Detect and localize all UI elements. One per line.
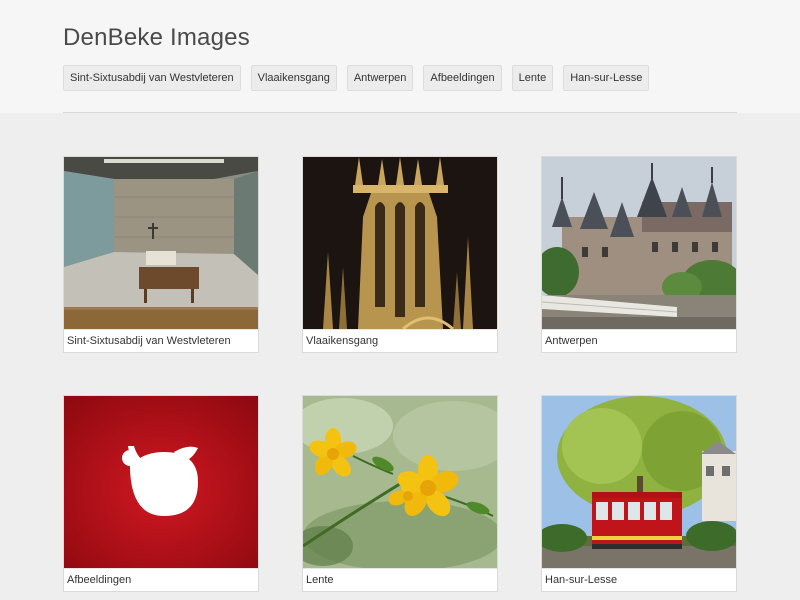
tag-afbeeldingen[interactable]: Afbeeldingen bbox=[423, 65, 502, 91]
album-caption[interactable]: Vlaaikensgang bbox=[303, 329, 497, 352]
header bbox=[0, 0, 800, 113]
tag-lente[interactable]: Lente bbox=[511, 65, 554, 91]
tag-sint-sixtusabdij[interactable]: Sint-Sixtusabdij van Westvleteren bbox=[63, 65, 241, 91]
tag-bar: Sint-Sixtusabdij van Westvleteren Vlaaik… bbox=[63, 65, 650, 91]
header-divider bbox=[63, 112, 737, 113]
album-card-vlaaikensgang[interactable]: Vlaaikensgang bbox=[302, 156, 498, 353]
album-caption[interactable]: Antwerpen bbox=[542, 329, 736, 352]
album-thumbnail[interactable] bbox=[542, 396, 736, 568]
album-card-sint-sixtusabdij[interactable]: Sint-Sixtusabdij van Westvleteren bbox=[63, 156, 259, 353]
album-thumbnail[interactable] bbox=[542, 157, 736, 329]
tag-antwerpen[interactable]: Antwerpen bbox=[346, 65, 414, 91]
album-caption[interactable]: Han-sur-Lesse bbox=[542, 568, 736, 591]
freebsd-daemon-logo bbox=[64, 396, 258, 568]
site-title[interactable]: DenBeke Images bbox=[63, 24, 250, 52]
album-caption[interactable]: Lente bbox=[303, 568, 497, 591]
castle-photo bbox=[542, 157, 736, 329]
yellow-flowers-photo bbox=[303, 396, 497, 568]
tag-vlaaikensgang[interactable]: Vlaaikensgang bbox=[250, 65, 337, 91]
album-card-antwerpen[interactable]: Antwerpen bbox=[541, 156, 737, 353]
cathedral-spire-photo bbox=[303, 157, 497, 329]
album-thumbnail[interactable] bbox=[64, 396, 258, 568]
album-card-lente[interactable]: Lente bbox=[302, 395, 498, 592]
album-card-han-sur-lesse[interactable]: Han-sur-Lesse bbox=[541, 395, 737, 592]
red-tram-photo bbox=[542, 396, 736, 568]
abbey-interior-photo bbox=[64, 157, 258, 329]
album-card-afbeeldingen[interactable]: Afbeeldingen bbox=[63, 395, 259, 592]
album-caption[interactable]: Afbeeldingen bbox=[64, 568, 258, 591]
album-thumbnail[interactable] bbox=[64, 157, 258, 329]
album-thumbnail[interactable] bbox=[303, 157, 497, 329]
album-caption[interactable]: Sint-Sixtusabdij van Westvleteren bbox=[64, 329, 258, 352]
tag-han-sur-lesse[interactable]: Han-sur-Lesse bbox=[563, 65, 650, 91]
album-thumbnail[interactable] bbox=[303, 396, 497, 568]
